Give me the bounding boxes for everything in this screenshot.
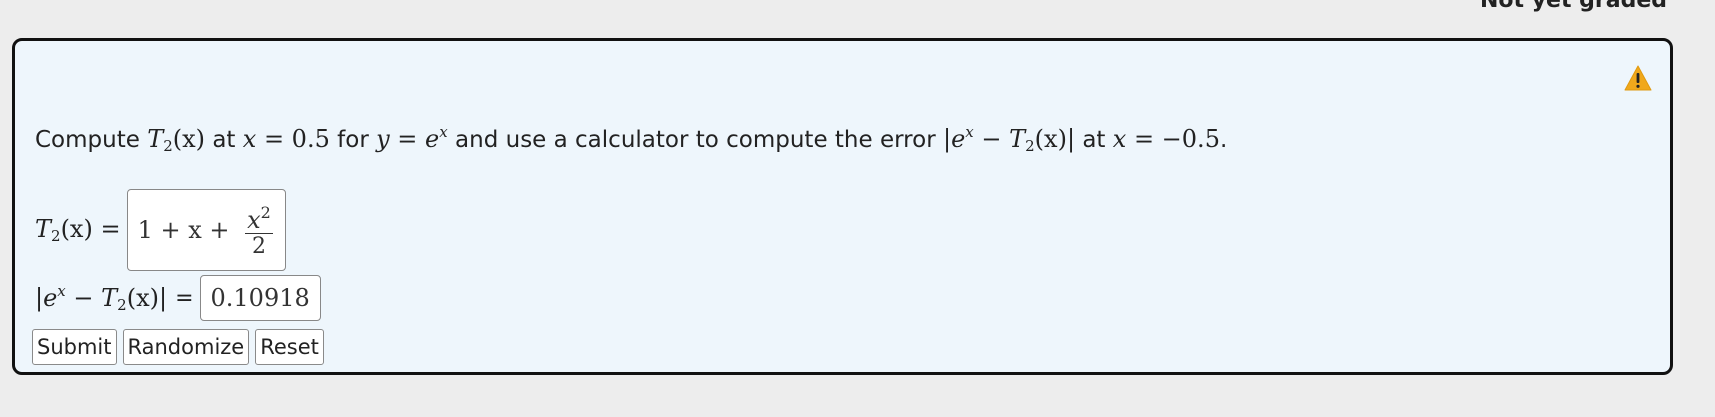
warning-triangle-icon[interactable] xyxy=(1624,65,1652,91)
action-buttons: Submit Randomize Reset xyxy=(32,329,324,365)
fraction: x2 2 xyxy=(245,200,273,260)
math-error-expr: |ex − T2(x)| xyxy=(942,123,1076,155)
randomize-button[interactable]: Randomize xyxy=(122,329,250,365)
error-answer-value: 0.10918 xyxy=(210,284,310,312)
statement-text: . xyxy=(1219,127,1228,153)
taylor-label: T2(x) = xyxy=(35,215,121,245)
error-equals: = xyxy=(175,285,194,311)
math-x-eq-half: x = 0.5 xyxy=(242,125,330,153)
statement-text: and use a calculator to compute the erro… xyxy=(447,127,943,153)
math-T2x: T2(x) xyxy=(147,125,206,155)
expr-prefix: 1 + x + xyxy=(137,216,238,244)
math-x-eq-neg-half: x = −0.5 xyxy=(1112,125,1220,153)
answer-row-taylor: T2(x) = 1 + x + x2 2 xyxy=(35,189,286,271)
statement-text: Compute xyxy=(35,127,148,153)
problem-statement: Compute T2(x) at x = 0.5 for y = ex and … xyxy=(35,123,1227,155)
submit-button[interactable]: Submit xyxy=(32,329,117,365)
problem-card: Compute T2(x) at x = 0.5 for y = ex and … xyxy=(12,38,1673,375)
grade-status: Not yet graded xyxy=(1480,0,1667,13)
math-y-eq-ex: y = ex xyxy=(376,123,448,153)
taylor-answer-field[interactable]: 1 + x + x2 2 xyxy=(126,189,286,271)
statement-text: at xyxy=(1075,127,1113,153)
error-label: |ex − T2(x)| xyxy=(35,282,168,314)
answer-row-error: |ex − T2(x)| = 0.10918 xyxy=(35,275,321,321)
error-answer-field[interactable]: 0.10918 xyxy=(199,275,321,321)
reset-button[interactable]: Reset xyxy=(255,329,324,365)
statement-text: for xyxy=(329,127,377,153)
statement-text: at xyxy=(205,127,243,153)
